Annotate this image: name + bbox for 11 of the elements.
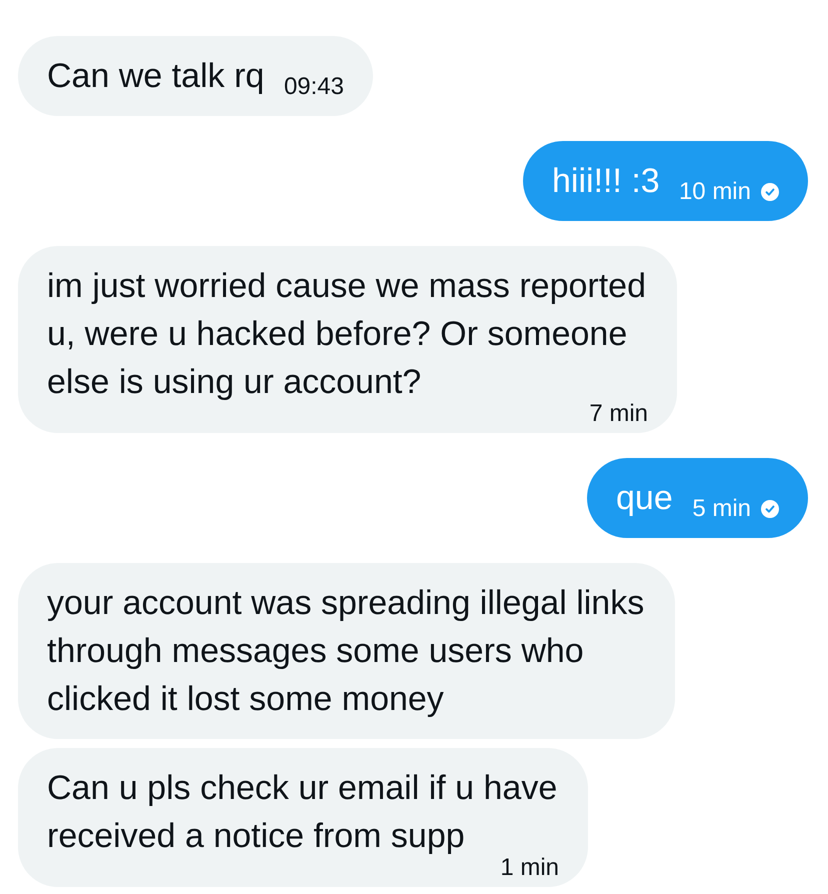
timestamp: 5 min (692, 498, 751, 520)
timestamp: 1 min (500, 857, 559, 879)
timestamp: 10 min (678, 181, 751, 203)
message-text: Can u pls check ur email if u have received a notice from supp (47, 769, 558, 855)
message-text: que (616, 479, 673, 517)
timestamp: 7 min (589, 403, 648, 425)
message-text: hiii!!! :3 (552, 162, 660, 200)
timestamp: 09:43 (284, 76, 344, 98)
message-text: your account was spreading illegal links through messages some users who clicked it lost some money (47, 584, 644, 718)
message-text: Can we talk rq (47, 57, 264, 95)
message-text: im just worried cause we mass reported u, were u hacked before? Or someone else is using ur account? (47, 267, 646, 401)
